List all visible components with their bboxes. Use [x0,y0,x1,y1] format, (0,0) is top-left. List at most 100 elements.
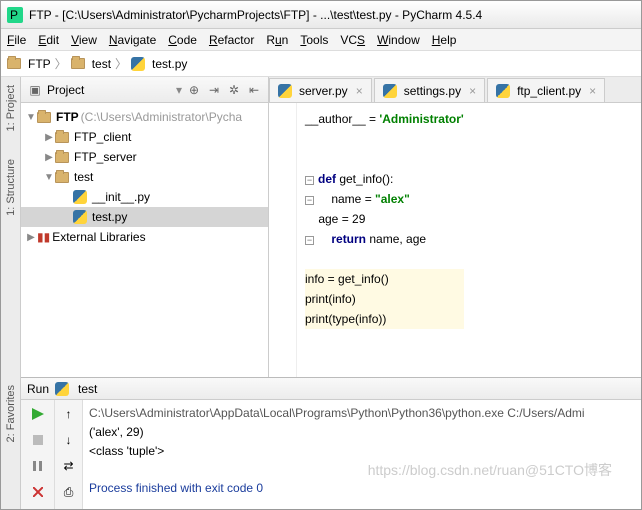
stop-button[interactable] [27,430,49,450]
python-file-icon [55,382,69,396]
project-view-icon[interactable]: ▣ [27,82,43,98]
tree-path: (C:\Users\Administrator\Pycha [81,110,242,124]
code-content[interactable]: __author__ = 'Administrator' −def get_in… [297,103,472,377]
code-editor[interactable]: __author__ = 'Administrator' −def get_in… [269,103,641,377]
tree-label: FTP [56,110,79,124]
project-pane: ▣ Project ▾ ⊕ ⇥ ✲ ⇤ ▼ FTP (C:\Users\Admi… [21,77,269,377]
fold-icon[interactable]: − [305,176,314,185]
print-icon[interactable]: ⎙ [58,482,80,502]
run-label: Run [27,382,49,396]
tree-label: test.py [92,210,127,224]
editor-tab[interactable]: server.py × [269,78,372,102]
close-icon[interactable]: × [356,84,363,98]
side-tab-favorites[interactable]: 2: Favorites [3,381,19,446]
tree-label: External Libraries [52,230,145,244]
run-button[interactable] [27,404,49,424]
window-title: FTP - [C:\Users\Administrator\PycharmPro… [29,8,482,22]
editor-tab[interactable]: settings.py × [374,78,485,102]
run-header: Run test [21,378,641,400]
fold-icon[interactable]: − [305,196,314,205]
python-file-icon [278,84,292,98]
menu-file[interactable]: File [7,33,26,47]
main-area: 1: Project 1: Structure ▣ Project ▾ ⊕ ⇥ … [1,77,641,377]
app-icon: P [7,7,23,23]
python-file-icon [131,57,145,71]
tree-item[interactable]: ▶ FTP_server [21,147,268,167]
tab-label: settings.py [404,84,461,98]
close-icon[interactable]: × [469,84,476,98]
menu-refactor[interactable]: Refactor [209,33,254,47]
tree-item[interactable]: __init__.py [21,187,268,207]
tree-item[interactable]: ▼ test [21,167,268,187]
menu-window[interactable]: Window [377,33,420,47]
run-toolbar [21,400,55,509]
breadcrumb-item[interactable]: test.py [152,57,187,71]
python-file-icon [383,84,397,98]
pause-button[interactable] [27,456,49,476]
menu-help[interactable]: Help [432,33,457,47]
breadcrumb-item[interactable]: test [92,57,111,71]
folder-icon [55,172,69,183]
run-toolbar-2: ↑ ↓ ⇄ ⎙ [55,400,83,509]
target-icon[interactable]: ⊕ [186,82,202,98]
wrap-icon[interactable]: ⇄ [58,456,80,476]
collapse-icon[interactable]: ⇥ [206,82,222,98]
hide-icon[interactable]: ⇤ [246,82,262,98]
menu-bar: File Edit View Navigate Code Refactor Ru… [1,29,641,51]
console-line: <class 'tuple'> [89,444,164,458]
console-line: ('alex', 29) [89,425,144,439]
tree-label: __init__.py [92,190,150,204]
gear-icon[interactable]: ✲ [226,82,242,98]
python-file-icon [73,190,87,204]
folder-icon [7,58,21,69]
side-tab-project[interactable]: 1: Project [3,81,19,135]
folder-icon [71,58,85,69]
python-file-icon [73,210,87,224]
editor-tab[interactable]: ftp_client.py × [487,78,605,102]
folder-icon [55,132,69,143]
menu-code[interactable]: Code [168,33,197,47]
fold-icon[interactable]: − [305,236,314,245]
tree-label: FTP_server [74,150,137,164]
editor-tabs: server.py × settings.py × ftp_client.py × [269,77,641,103]
tree-item[interactable]: ▶ FTP_client [21,127,268,147]
menu-navigate[interactable]: Navigate [109,33,156,47]
editor-gutter [269,103,297,377]
tree-label: test [74,170,93,184]
menu-run[interactable]: Run [266,33,288,47]
menu-tools[interactable]: Tools [300,33,328,47]
project-tree[interactable]: ▼ FTP (C:\Users\Administrator\Pycha ▶ FT… [21,103,268,377]
library-icon: ▮▮ [37,230,50,244]
python-file-icon [496,84,510,98]
left-tool-tabs: 1: Project 1: Structure [1,77,21,377]
menu-vcs[interactable]: VCS [340,33,365,47]
chevron-icon: 〉 [115,55,127,72]
menu-edit[interactable]: Edit [38,33,59,47]
left-tool-tabs-bottom: 2: Favorites [1,377,21,509]
editor-area: server.py × settings.py × ftp_client.py × _… [269,77,641,377]
dropdown-icon[interactable]: ▾ [176,83,182,97]
down-icon[interactable]: ↓ [58,430,80,450]
svg-text:P: P [10,8,18,22]
tab-label: ftp_client.py [517,84,581,98]
close-icon[interactable]: × [589,84,596,98]
menu-view[interactable]: View [71,33,97,47]
project-header: ▣ Project ▾ ⊕ ⇥ ✲ ⇤ [21,77,268,103]
run-config: test [78,382,97,396]
tree-label: FTP_client [74,130,131,144]
folder-icon [37,112,51,123]
title-bar: P FTP - [C:\Users\Administrator\PycharmP… [1,1,641,29]
breadcrumb: FTP 〉 test 〉 test.py [1,51,641,77]
tree-item[interactable]: ▶ ▮▮ External Libraries [21,227,268,247]
tab-label: server.py [299,84,348,98]
close-button[interactable] [27,482,49,502]
side-tab-structure[interactable]: 1: Structure [3,155,19,220]
tree-root[interactable]: ▼ FTP (C:\Users\Administrator\Pycha [21,107,268,127]
console-output[interactable]: C:\Users\Administrator\AppData\Local\Pro… [83,400,641,509]
console-line: Process finished with exit code 0 [89,481,263,495]
breadcrumb-item[interactable]: FTP [28,57,51,71]
run-panel: Run test ↑ ↓ ⇄ ⎙ C:\Users\Administrator\… [21,377,641,509]
up-icon[interactable]: ↑ [58,404,80,424]
tree-item-selected[interactable]: test.py [21,207,268,227]
chevron-icon: 〉 [55,55,67,72]
